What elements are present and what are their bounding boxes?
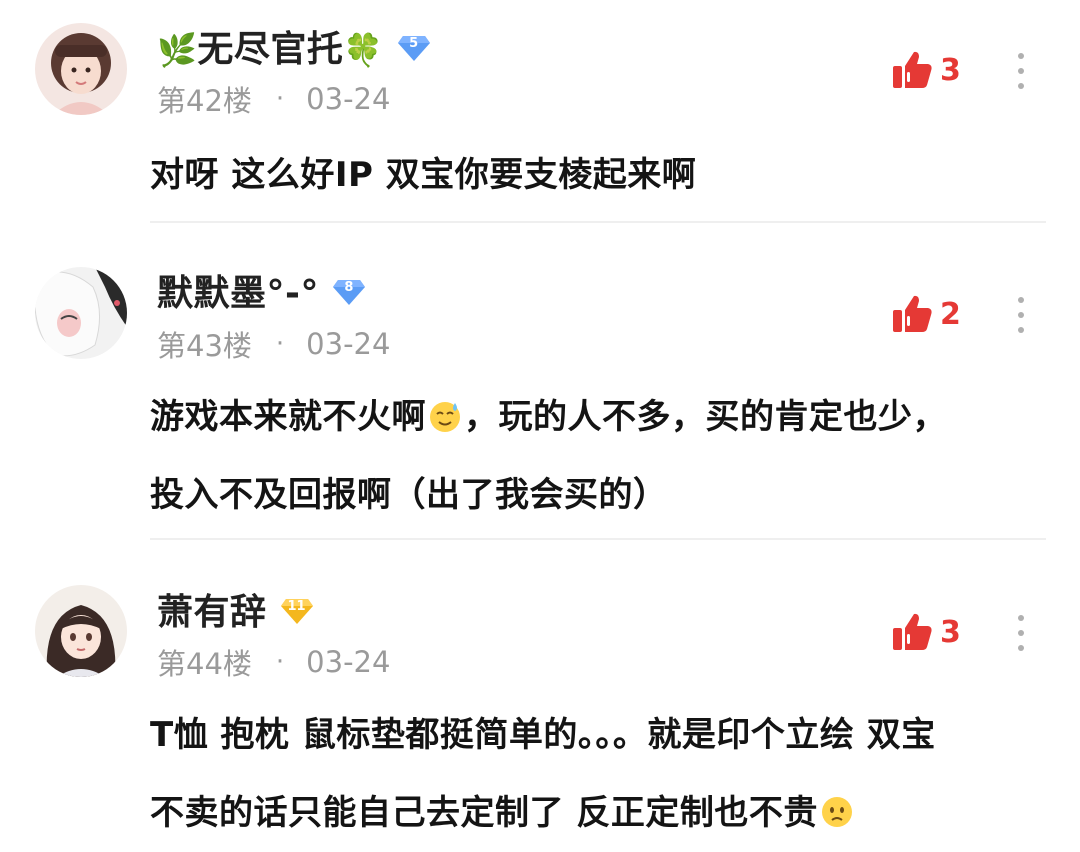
comment-date: 03-24 xyxy=(306,645,391,679)
thumbs-up-icon xyxy=(893,613,932,650)
meta-separator: · xyxy=(275,329,285,359)
avatar[interactable] xyxy=(35,585,127,677)
level-badge: 5 xyxy=(396,28,432,64)
user-name-row: 默默墨°-° 8 xyxy=(157,264,367,316)
comment-text-line: 对呀 这么好IP 双宝你要支棱起来啊 xyxy=(150,155,697,195)
comment-text: 游戏本来就不火啊 ，玩的人不多，买的肯定也少， 投入不及回报啊（出了我会买的） xyxy=(150,378,1050,534)
comment-text-line: T恤 抱枕 鼠标垫都挺简单的。。。就是印个立绘 双宝 xyxy=(150,715,936,755)
comment-text: T恤 抱枕 鼠标垫都挺简单的。。。就是印个立绘 双宝 不卖的话只能自己去定制了 … xyxy=(150,696,1050,852)
comment-meta: 第42楼 · 03-24 xyxy=(157,78,390,120)
clover-icon: 🍀 xyxy=(343,31,384,69)
worried-face-emoji-icon xyxy=(820,795,854,829)
like-count: 2 xyxy=(940,296,961,332)
thumbs-up-icon xyxy=(893,295,932,332)
more-options-icon[interactable] xyxy=(1014,615,1028,651)
divider xyxy=(150,538,1046,540)
comment-text-line: 不卖的话只能自己去定制了 反正定制也不贵 xyxy=(150,774,1050,852)
comment-text-line: 游戏本来就不火啊 ，玩的人不多，买的肯定也少， xyxy=(150,397,947,437)
more-options-icon[interactable] xyxy=(1014,53,1028,89)
comment-date: 03-24 xyxy=(306,327,391,361)
divider xyxy=(150,221,1046,223)
meta-separator: · xyxy=(275,84,285,114)
comment-text-line: 投入不及回报啊（出了我会买的） xyxy=(150,475,668,515)
leaf-icon: 🌿 xyxy=(157,31,198,69)
username[interactable]: 萧有辞 xyxy=(157,583,267,635)
user-name-row: 萧有辞 11 xyxy=(157,583,315,635)
sweat-smile-emoji-icon xyxy=(428,399,462,433)
username[interactable]: 默默墨°-° xyxy=(157,264,319,316)
like-button[interactable]: 3 xyxy=(890,46,961,94)
meta-separator: · xyxy=(275,647,285,677)
comment-date: 03-24 xyxy=(306,82,391,116)
like-button[interactable]: 2 xyxy=(890,290,961,338)
more-options-icon[interactable] xyxy=(1014,297,1028,333)
level-badge: 11 xyxy=(279,591,315,627)
comment-meta: 第44楼 · 03-24 xyxy=(157,641,390,683)
thumbs-up-icon xyxy=(893,51,932,88)
avatar[interactable] xyxy=(35,267,127,359)
floor-number: 第43楼 xyxy=(157,329,252,363)
floor-number: 第44楼 xyxy=(157,647,252,681)
avatar[interactable] xyxy=(35,23,127,115)
username[interactable]: 🌿无尽官托🍀 xyxy=(157,20,384,72)
floor-number: 第42楼 xyxy=(157,84,252,118)
comment-text: 对呀 这么好IP 双宝你要支棱起来啊 xyxy=(150,136,1050,214)
like-button[interactable]: 3 xyxy=(890,608,961,656)
like-count: 3 xyxy=(940,614,961,650)
user-name-row: 🌿无尽官托🍀 5 xyxy=(157,20,432,72)
like-count: 3 xyxy=(940,52,961,88)
comment-meta: 第43楼 · 03-24 xyxy=(157,323,390,365)
level-badge: 8 xyxy=(331,272,367,308)
